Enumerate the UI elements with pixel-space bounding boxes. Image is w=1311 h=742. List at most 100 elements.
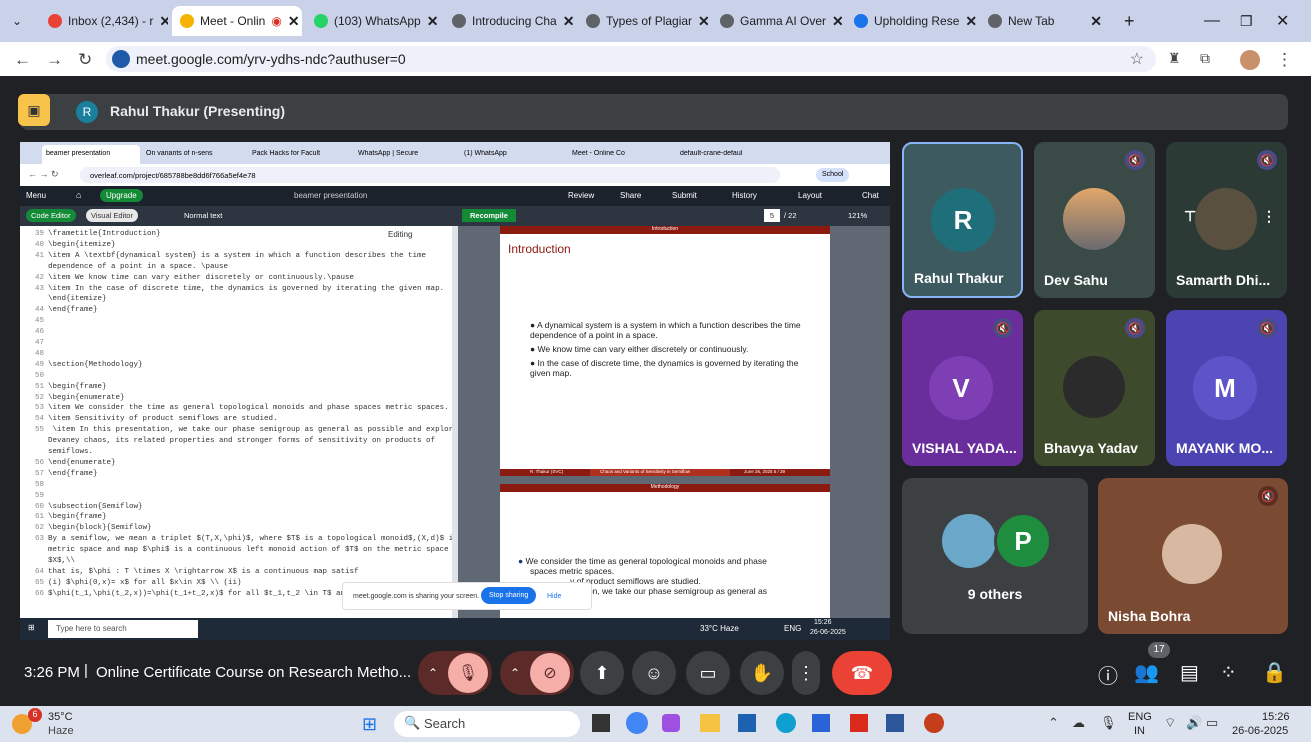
file-explorer-icon[interactable] <box>700 714 720 732</box>
task-view-icon[interactable] <box>592 714 610 732</box>
close-icon[interactable]: ✕ <box>965 13 976 30</box>
code-line[interactable]: 58 <box>20 481 48 489</box>
code-line[interactable]: 63 By a semiflow, we mean a triplet $(T,X… <box>20 535 452 543</box>
battery-icon[interactable]: ▭ <box>1206 715 1218 731</box>
others-tile[interactable]: P 9 others <box>902 478 1088 634</box>
reactions-button[interactable]: ☺ <box>632 651 676 695</box>
chrome-icon[interactable] <box>626 712 648 734</box>
present-button[interactable]: ⬆ <box>580 651 624 695</box>
code-line[interactable]: 52 \begin{enumerate} <box>20 394 125 402</box>
home-icon[interactable]: ⌂ <box>76 190 81 200</box>
stop-sharing-button[interactable]: Stop sharing <box>481 587 537 604</box>
tab-introducing[interactable]: Introducing Cha ✕ <box>444 6 574 36</box>
minimize-button[interactable]: — <box>1196 6 1220 36</box>
inner-tab[interactable]: (1) WhatsApp <box>464 150 544 157</box>
code-editor-toggle[interactable]: Code Editor <box>26 209 76 222</box>
inner-search-box[interactable]: Type here to search <box>48 620 198 638</box>
upgrade-button[interactable]: Upgrade <box>100 189 143 202</box>
participant-tile[interactable]: 🔇 ⊤ ⋮ Samarth Dhi... <box>1166 142 1287 298</box>
code-line[interactable]: 60 \subsection{Semiflow} <box>20 503 143 511</box>
menu-button[interactable]: Menu <box>26 191 46 200</box>
inner-tab[interactable]: WhatsApp | Secure <box>358 150 438 157</box>
leave-call-button[interactable]: ☎ <box>832 651 892 695</box>
participant-tile[interactable]: 🔇 Bhavya Yadav <box>1034 310 1155 466</box>
code-line[interactable]: Devaney chaos, its related properties an… <box>20 437 435 445</box>
edge-icon[interactable] <box>776 713 796 733</box>
code-line[interactable]: 65 (i) $\phi(0,x)= x$ for all $x\in X$ \\… <box>20 579 242 587</box>
code-line[interactable]: 55 \item In this presentation, we take o… <box>20 426 452 434</box>
mic-off-icon[interactable]: 🎙 <box>448 653 488 693</box>
back-icon[interactable]: ← <box>14 50 31 70</box>
code-line[interactable]: 59 <box>20 492 48 500</box>
captions-button[interactable]: ▭ <box>686 651 730 695</box>
code-line[interactable]: semiflows. <box>20 448 93 456</box>
tab-search-button[interactable]: ⌄ <box>4 6 34 36</box>
tab-whatsapp[interactable]: (103) WhatsApp ✕ <box>306 6 440 36</box>
store-icon[interactable] <box>738 714 756 732</box>
extension-icon[interactable]: ♜ <box>1168 50 1181 67</box>
extensions-puzzle-icon[interactable]: ⧉ <box>1200 50 1210 67</box>
close-window-button[interactable]: ✕ <box>1268 6 1292 36</box>
tab-upholding[interactable]: Upholding Rese ✕ <box>846 6 976 36</box>
code-line[interactable]: 62 \begin{block}{Semiflow} <box>20 524 152 532</box>
powerpoint-icon[interactable] <box>924 713 944 733</box>
code-line[interactable]: 43 \item In the case of discrete time, th… <box>20 285 444 293</box>
lang-line2[interactable]: IN <box>1134 725 1145 737</box>
stop-presenting-icon[interactable]: ▣ <box>18 94 50 126</box>
tab-meet[interactable]: Meet - Onlin ◉ ✕ <box>172 6 302 36</box>
history-button[interactable]: History <box>732 191 757 200</box>
participant-tile[interactable]: 🔇 V VISHAL YADA... <box>902 310 1023 466</box>
close-icon[interactable]: ✕ <box>698 13 708 30</box>
review-button[interactable]: Review <box>568 191 594 200</box>
profile-avatar[interactable] <box>1240 50 1260 70</box>
close-icon[interactable]: ✕ <box>1090 13 1102 30</box>
close-icon[interactable]: ✕ <box>427 13 439 30</box>
hide-button[interactable]: Hide <box>547 593 561 600</box>
code-line[interactable]: 39 \frametitle{Introduction} <box>20 230 161 238</box>
inner-tab[interactable]: default-crane-defaul <box>680 150 760 157</box>
code-line[interactable]: 57 \end{frame} <box>20 470 98 478</box>
app-icon[interactable] <box>812 714 830 732</box>
site-info-icon[interactable] <box>112 50 130 68</box>
code-line[interactable]: 44 \end{frame} <box>20 306 98 314</box>
more-options-icon[interactable]: ⋮ <box>1262 208 1276 225</box>
code-line[interactable]: 50 <box>20 372 48 380</box>
participant-tile[interactable]: 🔇 Dev Sahu <box>1034 142 1155 298</box>
participant-tile[interactable]: 🔇 Nisha Bohra <box>1098 478 1288 634</box>
recompile-button[interactable]: Recompile <box>462 209 516 222</box>
code-line[interactable]: $X$,\\ <box>20 557 75 565</box>
reload-icon[interactable]: ↻ <box>78 50 92 70</box>
mic-icon[interactable]: 🎙 <box>1100 715 1117 731</box>
chevron-up-icon[interactable]: ⌃ <box>510 666 520 680</box>
inner-tab[interactable]: Meet - Online Co <box>572 150 652 157</box>
maximize-button[interactable]: ❐ <box>1232 6 1256 36</box>
tab-gamma[interactable]: Gamma AI Over ✕ <box>712 6 842 36</box>
zoom-select[interactable]: 121% <box>848 211 867 220</box>
new-tab-button[interactable]: + <box>1116 6 1140 36</box>
code-line[interactable]: 53 \item We consider the time as general … <box>20 404 449 412</box>
close-icon[interactable]: ✕ <box>563 13 574 30</box>
code-line[interactable]: 42 \item We know time can vary either dis… <box>20 274 354 282</box>
code-line[interactable]: 46 <box>20 328 48 336</box>
pin-icon[interactable]: ⊤ <box>1184 208 1196 225</box>
code-line[interactable]: 41 \item A \textbf{dynamical system} is a… <box>20 252 426 260</box>
code-line[interactable]: 54 \item Sensitivity of product semiflows… <box>20 415 278 423</box>
word-icon[interactable] <box>886 714 904 732</box>
inner-tab[interactable]: beamer presentation <box>42 145 140 164</box>
code-line[interactable]: 40 \begin{itemize} <box>20 241 116 249</box>
chevron-up-icon[interactable]: ⌃ <box>428 666 438 680</box>
raise-hand-button[interactable]: ✋ <box>740 651 784 695</box>
close-icon[interactable]: ✕ <box>288 13 300 30</box>
code-line[interactable]: dependence of a point in a space. \pause <box>20 263 228 271</box>
wifi-icon[interactable]: ⌔ <box>1164 715 1176 731</box>
participant-tile[interactable]: 🔇 M MAYANK MO... <box>1166 310 1287 466</box>
copilot-icon[interactable] <box>662 714 680 732</box>
acrobat-icon[interactable] <box>850 714 868 732</box>
tab-plagiarism[interactable]: Types of Plagiar ✕ <box>578 6 708 36</box>
onedrive-icon[interactable]: ☁ <box>1072 715 1085 731</box>
close-icon[interactable]: ✕ <box>159 13 168 30</box>
school-profile[interactable]: School <box>816 168 850 182</box>
mic-toggle[interactable]: ⌃ 🎙 <box>418 651 492 695</box>
people-icon[interactable]: 👥 <box>1134 660 1159 685</box>
inner-tab[interactable]: Pack Hacks for Facult <box>252 150 346 157</box>
